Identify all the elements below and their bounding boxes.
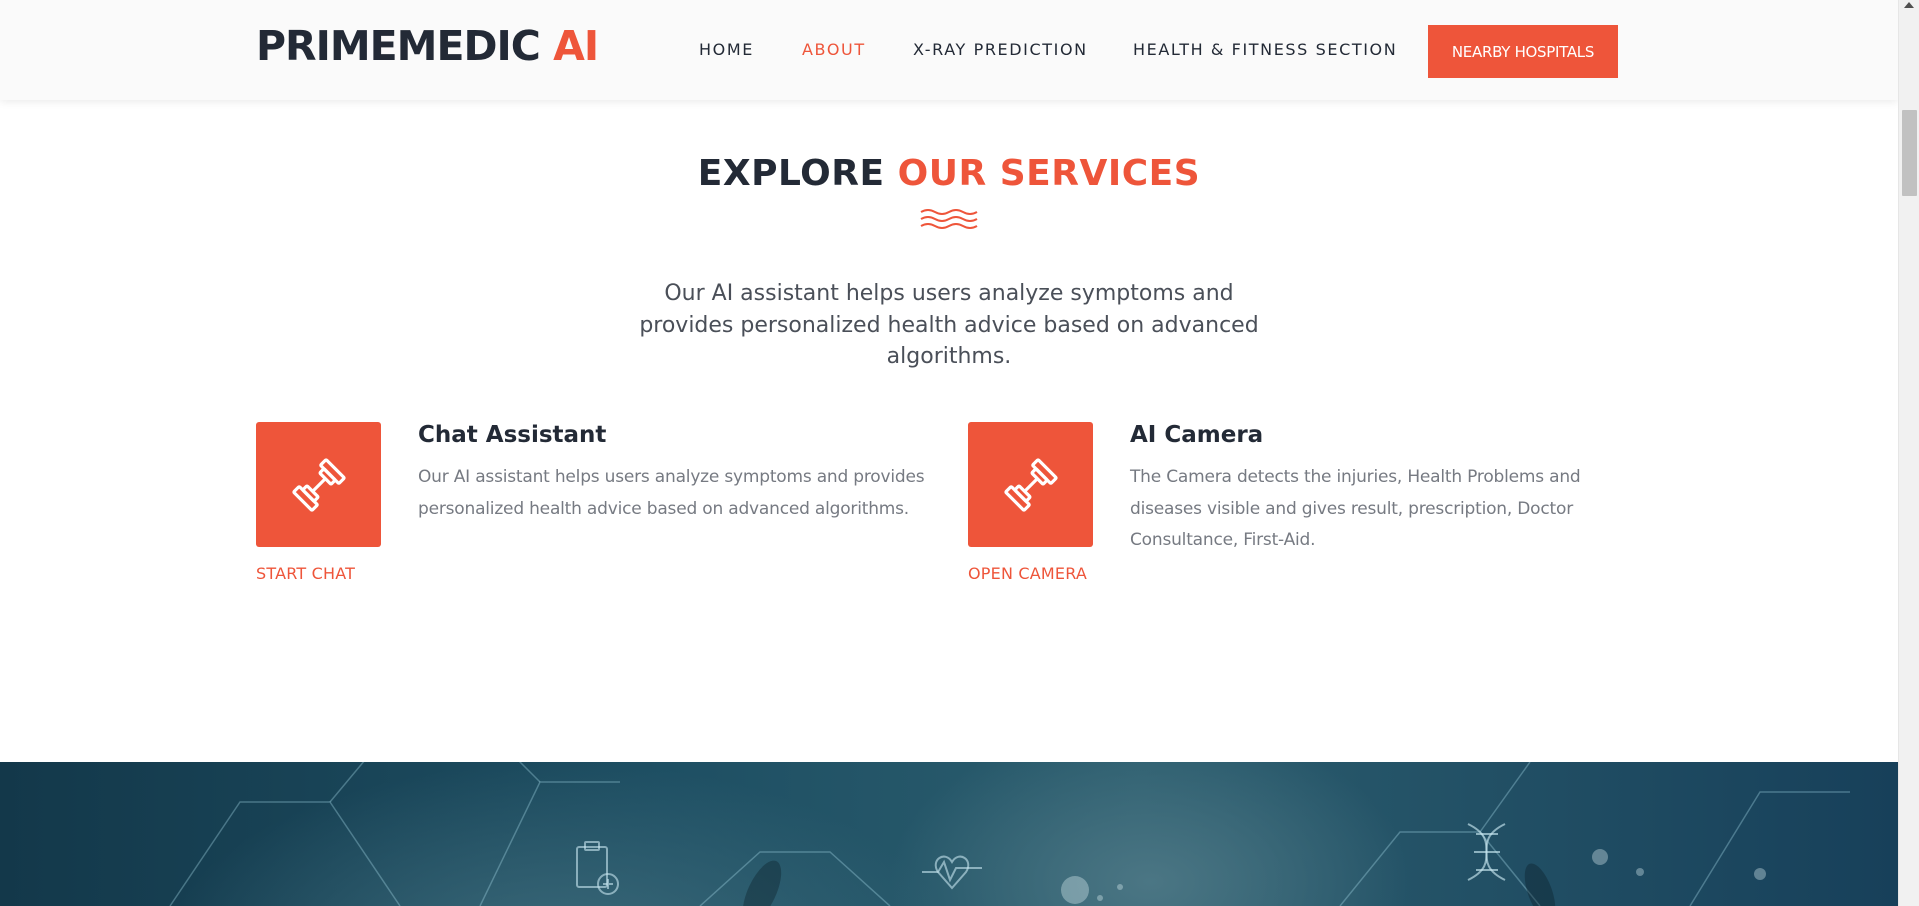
scroll-up-arrow-icon[interactable] (1904, 2, 1914, 8)
service-icon-tile (968, 422, 1093, 547)
start-chat-link[interactable]: START CHAT (256, 564, 355, 583)
banner-graphics (169, 762, 1850, 906)
nav-item-home[interactable]: HOME (699, 40, 754, 59)
service-description: The Camera detects the injuries, Health … (1130, 467, 1581, 550)
wave-divider-icon (920, 209, 978, 229)
site-header: PRIMEMEDIC AI HOME ABOUT X-RAY PREDICTIO… (0, 0, 1898, 100)
dumbbell-icon (1003, 457, 1058, 512)
service-card-ai-camera: AI Camera The Camera detects the injurie… (968, 422, 1668, 592)
brand-accent: AI (553, 22, 599, 70)
services-intro: Our AI assistant helps users analyze sym… (639, 281, 1259, 369)
scroll-thumb[interactable] (1902, 110, 1917, 196)
section-title-accent: OUR SERVICES (897, 153, 1201, 194)
section-title: EXPLORE OUR SERVICES (0, 153, 1898, 194)
open-camera-link[interactable]: OPEN CAMERA (968, 564, 1087, 583)
dumbbell-icon (291, 457, 346, 512)
service-icon-tile (256, 422, 381, 547)
nav-item-about[interactable]: ABOUT (802, 40, 866, 59)
section-title-plain: EXPLORE (697, 153, 885, 194)
service-title: AI Camera (1130, 422, 1264, 448)
nav-item-health-fitness[interactable]: HEALTH & FITNESS SECTION (1133, 40, 1397, 59)
medical-clipboard-icon (576, 841, 619, 895)
nav-item-xray-prediction[interactable]: X-RAY PREDICTION (913, 40, 1088, 59)
service-card-chat-assistant: Chat Assistant Our AI assistant helps us… (256, 422, 956, 592)
heartbeat-icon (922, 855, 982, 890)
brand-name: PRIMEMEDIC (256, 22, 541, 70)
brand-logo[interactable]: PRIMEMEDIC AI (256, 22, 599, 70)
hero-banner-image (0, 762, 1898, 906)
service-title: Chat Assistant (418, 422, 607, 448)
page-scrollbar[interactable] (1898, 0, 1919, 906)
service-description: Our AI assistant helps users analyze sym… (418, 467, 925, 519)
page: PRIMEMEDIC AI HOME ABOUT X-RAY PREDICTIO… (0, 0, 1919, 906)
nearby-hospitals-button[interactable]: NEARBY HOSPITALS (1428, 25, 1618, 78)
